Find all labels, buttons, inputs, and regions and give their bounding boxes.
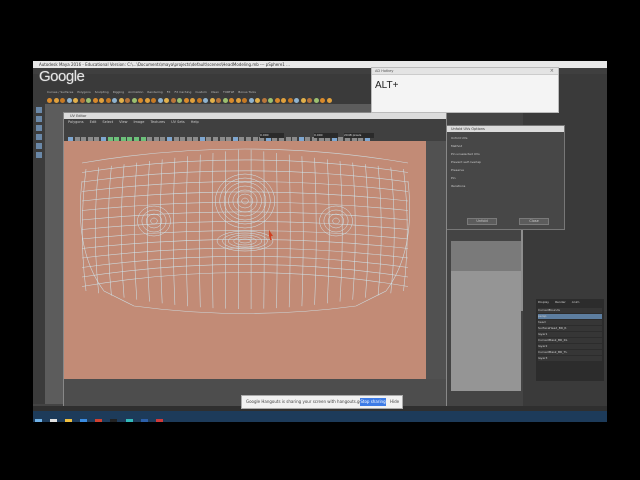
photoshop-icon[interactable]	[140, 419, 148, 422]
hide-link[interactable]: Hide	[390, 399, 399, 404]
option-row[interactable]: Iterations	[451, 184, 559, 192]
move-tool-icon[interactable]	[36, 134, 42, 140]
uv-menu-item[interactable]: Help	[191, 120, 199, 124]
uv-menu-item[interactable]: Polygons	[68, 120, 84, 124]
layer-item[interactable]: CurvedMask_BR_TL	[538, 350, 602, 355]
app-icon[interactable]	[155, 419, 163, 422]
layer-item[interactable]: layer3	[538, 356, 602, 361]
layer-tab[interactable]: Render	[555, 300, 566, 304]
select-tool-icon[interactable]	[36, 107, 42, 113]
hotkey-popup: AD Hotkey × ALT+	[371, 67, 559, 113]
layer-tab[interactable]: Display	[538, 300, 549, 304]
options-title: Unfold UVs Options	[451, 127, 485, 131]
layer-item[interactable]: CurvedMask_BR_RL	[538, 338, 602, 343]
uv-editor-toolbar: Polygons Edit Select View Image Textures UV Se…	[64, 119, 446, 142]
uv-editor-window: UV Editor Polygons Edit Select View Image Tex…	[63, 112, 447, 408]
file-explorer-icon[interactable]	[65, 419, 73, 422]
layer-item[interactable]: head	[538, 320, 602, 325]
tool-box	[33, 104, 45, 404]
terminal-icon[interactable]	[110, 419, 118, 422]
uv-editor-side-strip	[426, 141, 446, 379]
uv-menu-item[interactable]: UV Sets	[171, 120, 185, 124]
layer-editor: Display Render Anim CurvedBounds persp head Su…	[536, 299, 604, 381]
stop-sharing-button[interactable]: Stop sharing	[360, 398, 386, 406]
search-icon[interactable]	[50, 419, 58, 422]
scale-tool-icon[interactable]	[36, 152, 42, 158]
windows-start-icon[interactable]	[35, 419, 42, 422]
layer-item[interactable]: SurfaceHead_BR_R	[538, 326, 602, 331]
hotkey-label: ALT+	[375, 80, 399, 91]
layer-item[interactable]: layer1	[538, 332, 602, 337]
layer-item[interactable]: layer2	[538, 344, 602, 349]
paint-select-icon[interactable]	[36, 125, 42, 131]
uv-editor-menu: Polygons Edit Select View Image Textures UV Se…	[68, 120, 205, 124]
option-row[interactable]: Pin	[451, 176, 559, 184]
uv-canvas[interactable]	[64, 141, 426, 379]
options-title-bar: Unfold UVs Options	[447, 126, 564, 132]
ie-icon[interactable]	[80, 419, 88, 422]
options-rows: Unfold UVs Method Pin unselected UVs Preven…	[451, 136, 559, 192]
lasso-tool-icon[interactable]	[36, 116, 42, 122]
shelf-icons-row-2	[47, 96, 367, 111]
unfold-uv-options-window: Unfold UVs Options Unfold UVs Method Pin u…	[446, 125, 565, 230]
size-field[interactable]: 0.000	[314, 133, 338, 138]
window-controls	[581, 61, 605, 76]
google-logo: Google	[39, 68, 85, 85]
uv-menu-item[interactable]: Edit	[90, 120, 97, 124]
hotkey-popup-title-bar: AD Hotkey ×	[372, 68, 558, 75]
maya-icon[interactable]	[125, 419, 133, 422]
shelf-tabs-row: Curves / Surfaces Polygons Sculpting Riggin…	[47, 78, 367, 94]
screen-share-notice: Google Hangouts is sharing your screen w…	[241, 395, 403, 409]
windows-taskbar	[33, 411, 607, 422]
uv-menu-item[interactable]: Image	[133, 120, 144, 124]
zoom-field[interactable]: 2048 pixels	[344, 133, 374, 138]
layer-item[interactable]: CurvedBounds	[538, 308, 602, 313]
option-row[interactable]: Prevent self overlap	[451, 160, 559, 168]
window-title: Autodesk Maya 2016 - Educational Version…	[39, 62, 290, 67]
option-row[interactable]: Preserve	[451, 168, 559, 176]
desktop-screen: Autodesk Maya 2016 - Educational Version…	[33, 61, 607, 422]
chrome-icon[interactable]	[95, 419, 103, 422]
close-button[interactable]: Close	[519, 218, 549, 225]
viewport-grey-block	[451, 271, 521, 391]
unfold-button[interactable]: Unfold	[467, 218, 497, 225]
close-icon[interactable]: ×	[550, 68, 554, 74]
rotate-tool-icon[interactable]	[36, 143, 42, 149]
uv-editor-icons	[68, 127, 438, 142]
uv-editor-title: UV Editor	[70, 114, 87, 118]
layer-tab[interactable]: Anim	[572, 300, 580, 304]
uv-mesh-wireframe	[80, 148, 410, 314]
shelf-icons-row	[47, 88, 367, 103]
texture-field[interactable]: 0.000	[260, 133, 284, 138]
option-row[interactable]: Method	[451, 144, 559, 152]
option-row[interactable]: Pin unselected UVs	[451, 152, 559, 160]
uv-menu-item[interactable]: Textures	[150, 120, 165, 124]
option-row[interactable]: Unfold UVs	[451, 136, 559, 144]
hotkey-popup-title: AD Hotkey	[375, 69, 394, 73]
uv-menu-item[interactable]: View	[119, 120, 127, 124]
layer-tabs: Display Render Anim	[536, 299, 604, 307]
layer-item[interactable]: persp	[538, 314, 602, 319]
uv-menu-item[interactable]: Select	[102, 120, 113, 124]
